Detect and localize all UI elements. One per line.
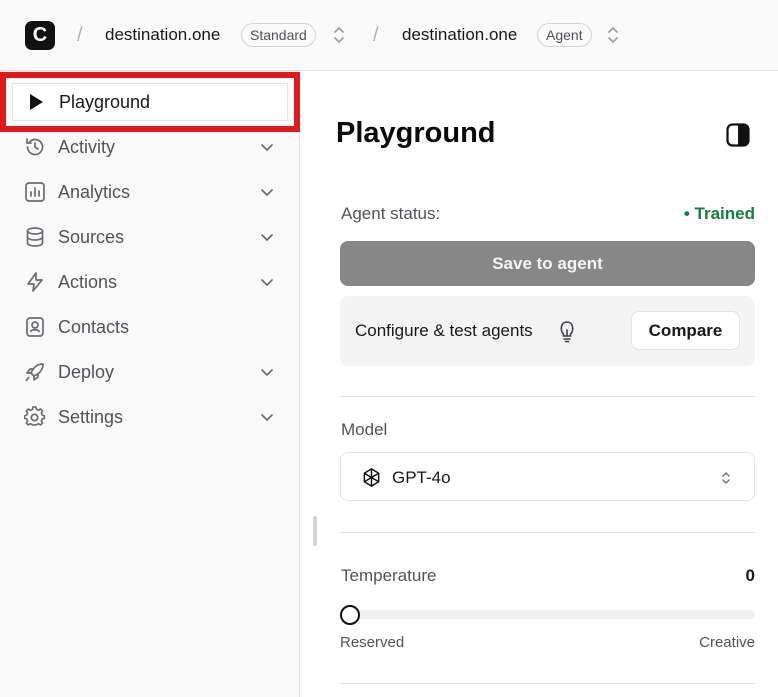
agent-switcher-icon[interactable] — [606, 24, 620, 46]
sidebar-item-label: Contacts — [58, 316, 130, 337]
sidebar: Playground Activity Analytics Sources Ac… — [0, 71, 300, 697]
sidebar-item-label: Sources — [58, 226, 125, 247]
temperature-min-label: Reserved — [340, 634, 405, 651]
divider — [340, 396, 755, 397]
top-bar: C / destination.one Standard / destinati… — [0, 0, 778, 71]
sidebar-item-activity[interactable]: Activity — [12, 128, 288, 166]
database-icon — [26, 227, 44, 247]
sidebar-item-label: Deploy — [58, 361, 115, 382]
chevron-down-icon — [261, 279, 273, 286]
lightbulb-icon — [560, 321, 574, 343]
workspace-switcher-icon[interactable] — [332, 24, 346, 46]
status-text: Trained — [694, 204, 755, 223]
sidebar-item-label: Analytics — [58, 181, 131, 202]
workspace-plan-badge: Standard — [241, 23, 316, 47]
contact-icon — [26, 317, 44, 337]
panel-toggle-icon[interactable] — [726, 123, 750, 147]
sidebar-item-contacts[interactable]: Contacts — [12, 308, 288, 346]
chevron-down-icon — [261, 234, 273, 241]
chevron-up-down-icon — [722, 472, 730, 484]
temperature-label: Temperature — [341, 566, 437, 585]
agent-status-label: Agent status: — [341, 204, 441, 223]
sidebar-item-label: Actions — [58, 271, 118, 292]
agent-name[interactable]: destination.one — [402, 25, 517, 45]
compare-button[interactable]: Compare — [631, 311, 740, 350]
temperature-slider-track[interactable] — [341, 610, 755, 619]
breadcrumb-separator: / — [77, 24, 83, 46]
configure-text: Configure & test agents — [355, 321, 533, 340]
bar-chart-icon — [25, 182, 45, 202]
configure-card: Configure & test agents Compare — [340, 296, 755, 366]
sidebar-item-label: Activity — [58, 136, 116, 157]
chevron-down-icon — [261, 189, 273, 196]
divider — [340, 683, 755, 684]
rocket-icon — [25, 363, 44, 382]
gear-icon — [24, 406, 46, 426]
chevron-down-icon — [261, 144, 273, 151]
sidebar-item-actions[interactable]: Actions — [12, 263, 288, 301]
divider — [340, 532, 755, 533]
app-logo[interactable]: C — [25, 21, 55, 50]
sidebar-item-label: Playground — [59, 91, 151, 112]
model-select[interactable]: GPT-4o — [340, 452, 755, 501]
chevron-down-icon — [261, 369, 273, 376]
save-to-agent-button[interactable]: Save to agent — [340, 241, 755, 286]
breadcrumb-separator: / — [373, 24, 379, 46]
lightning-icon — [27, 272, 43, 292]
model-value: GPT-4o — [392, 468, 451, 487]
temperature-max-label: Creative — [699, 634, 755, 651]
sidebar-item-playground[interactable]: Playground — [12, 83, 288, 121]
temperature-slider-thumb[interactable] — [340, 605, 360, 625]
play-icon — [30, 94, 43, 110]
openai-icon — [363, 468, 380, 487]
temperature-value: 0 — [745, 566, 755, 585]
sidebar-resize-handle[interactable] — [313, 516, 317, 546]
sidebar-item-settings[interactable]: Settings — [12, 398, 288, 436]
sidebar-item-sources[interactable]: Sources — [12, 218, 288, 256]
agent-type-badge: Agent — [537, 23, 592, 47]
workspace-name[interactable]: destination.one — [105, 25, 220, 45]
page-title: Playground — [336, 117, 496, 149]
chevron-down-icon — [261, 414, 273, 421]
model-label: Model — [341, 420, 388, 439]
sidebar-item-deploy[interactable]: Deploy — [12, 353, 288, 391]
history-icon — [26, 138, 44, 156]
agent-status-value: • Trained — [683, 204, 755, 223]
sidebar-item-label: Settings — [58, 406, 124, 427]
sidebar-item-analytics[interactable]: Analytics — [12, 173, 288, 211]
